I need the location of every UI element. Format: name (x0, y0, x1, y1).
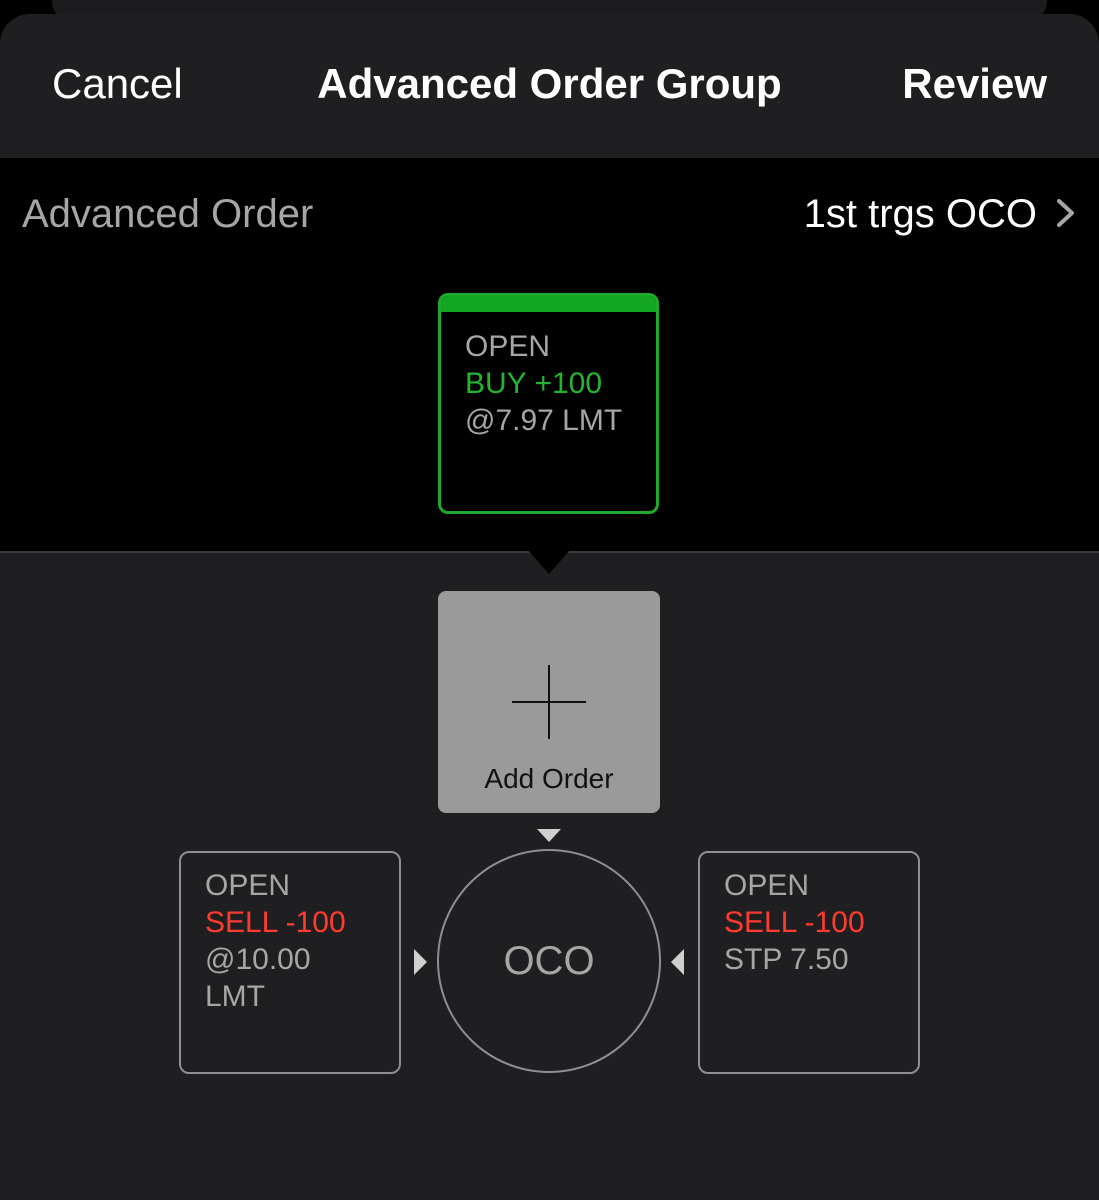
order-detail: @7.97 LMT (465, 404, 623, 437)
arrow-left-icon (671, 949, 684, 975)
plus-icon (512, 665, 586, 739)
oco-label: OCO (503, 939, 595, 983)
advanced-order-row[interactable]: Advanced Order 1st trgs OCO (0, 158, 1099, 269)
arrow-right-icon (414, 949, 427, 975)
advanced-order-value: 1st trgs OCO (803, 192, 1037, 236)
add-order-button[interactable]: Add Order (438, 591, 660, 813)
order-status: OPEN (724, 869, 810, 902)
order-action: SELL -100 (724, 906, 865, 939)
add-order-label: Add Order (484, 763, 614, 794)
advanced-order-label: Advanced Order (22, 192, 314, 236)
order-status: OPEN (205, 869, 291, 902)
order-detail: STP 7.50 (724, 943, 849, 976)
cancel-button[interactable]: Cancel (52, 60, 183, 108)
screen: Cancel Advanced Order Group Review Advan… (0, 0, 1099, 1200)
oco-node[interactable]: OCO (437, 849, 661, 1073)
oco-left-order-card[interactable]: OPEN SELL -100 @10.00 LMT (179, 851, 401, 1074)
review-button[interactable]: Review (902, 60, 1047, 108)
trigger-pointer (528, 550, 570, 574)
nav-bar: Cancel Advanced Order Group Review (0, 14, 1099, 158)
order-action: SELL -100 (205, 906, 346, 939)
primary-order-card[interactable]: OPEN BUY +100 @7.97 LMT (438, 293, 659, 514)
oco-right-order-card[interactable]: OPEN SELL -100 STP 7.50 (698, 851, 920, 1074)
order-type: LMT (205, 980, 265, 1013)
chevron-right-icon (1057, 199, 1074, 227)
order-detail: @10.00 (205, 943, 311, 976)
order-card-accent-bar (441, 296, 656, 312)
order-action: BUY +100 (465, 367, 603, 400)
arrow-down-icon (537, 829, 561, 842)
order-status: OPEN (465, 330, 551, 363)
